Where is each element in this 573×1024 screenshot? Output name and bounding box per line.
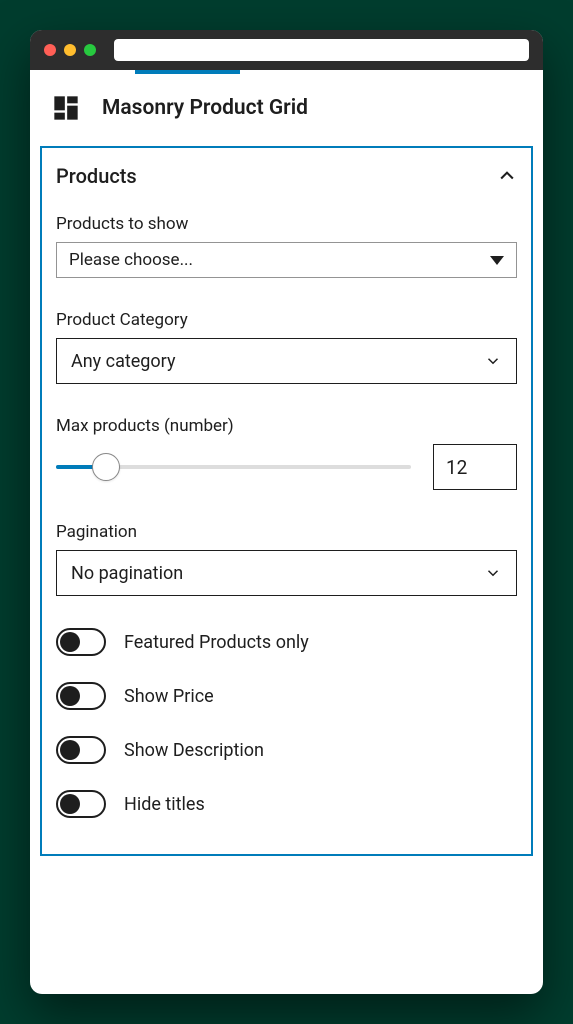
products-panel: Products Products to show Please choose.… [40,146,533,856]
max-products-value: 12 [446,456,467,479]
pagination-label: Pagination [56,522,517,542]
featured-products-toggle-row: Featured Products only [56,628,517,656]
show-description-toggle-row: Show Description [56,736,517,764]
block-header: Masonry Product Grid [30,74,543,146]
product-category-select[interactable]: Any category [56,338,517,384]
show-description-label: Show Description [124,740,264,761]
panel-title: Products [56,164,137,188]
pagination-field: Pagination No pagination [56,522,517,596]
panel-body: Products to show Please choose... Produc… [42,204,531,854]
hide-titles-toggle-row: Hide titles [56,790,517,818]
hide-titles-label: Hide titles [124,794,205,815]
caret-down-icon [490,256,504,265]
slider-row: 12 [56,444,517,490]
product-category-label: Product Category [56,310,517,330]
show-price-label: Show Price [124,686,214,707]
url-bar[interactable] [114,39,529,61]
block-title: Masonry Product Grid [102,96,308,120]
pagination-value: No pagination [71,563,183,584]
browser-window: Masonry Product Grid Products Products t… [30,30,543,994]
slider-thumb[interactable] [92,453,120,481]
window-titlebar [30,30,543,70]
hide-titles-toggle[interactable] [56,790,106,818]
products-to-show-select[interactable]: Please choose... [56,242,517,278]
panel-header[interactable]: Products [42,148,531,204]
products-to-show-field: Products to show Please choose... [56,214,517,278]
featured-products-toggle[interactable] [56,628,106,656]
toggle-knob [60,740,80,760]
product-category-field: Product Category Any category [56,310,517,384]
products-to-show-label: Products to show [56,214,517,234]
max-products-slider[interactable] [56,451,411,483]
max-products-input[interactable]: 12 [433,444,517,490]
chevron-down-icon [484,564,502,582]
close-window-button[interactable] [44,44,56,56]
show-description-toggle[interactable] [56,736,106,764]
show-price-toggle[interactable] [56,682,106,710]
masonry-grid-icon [52,94,80,122]
toggle-knob [60,632,80,652]
max-products-field: Max products (number) 12 [56,416,517,490]
toggle-knob [60,686,80,706]
minimize-window-button[interactable] [64,44,76,56]
products-to-show-value: Please choose... [69,250,193,270]
chevron-down-icon [484,352,502,370]
sidebar-content: Masonry Product Grid Products Products t… [30,70,543,994]
maximize-window-button[interactable] [84,44,96,56]
max-products-label: Max products (number) [56,416,517,436]
featured-products-label: Featured Products only [124,632,309,653]
pagination-select[interactable]: No pagination [56,550,517,596]
product-category-value: Any category [71,351,175,372]
toggle-knob [60,794,80,814]
chevron-up-icon [497,166,517,186]
show-price-toggle-row: Show Price [56,682,517,710]
